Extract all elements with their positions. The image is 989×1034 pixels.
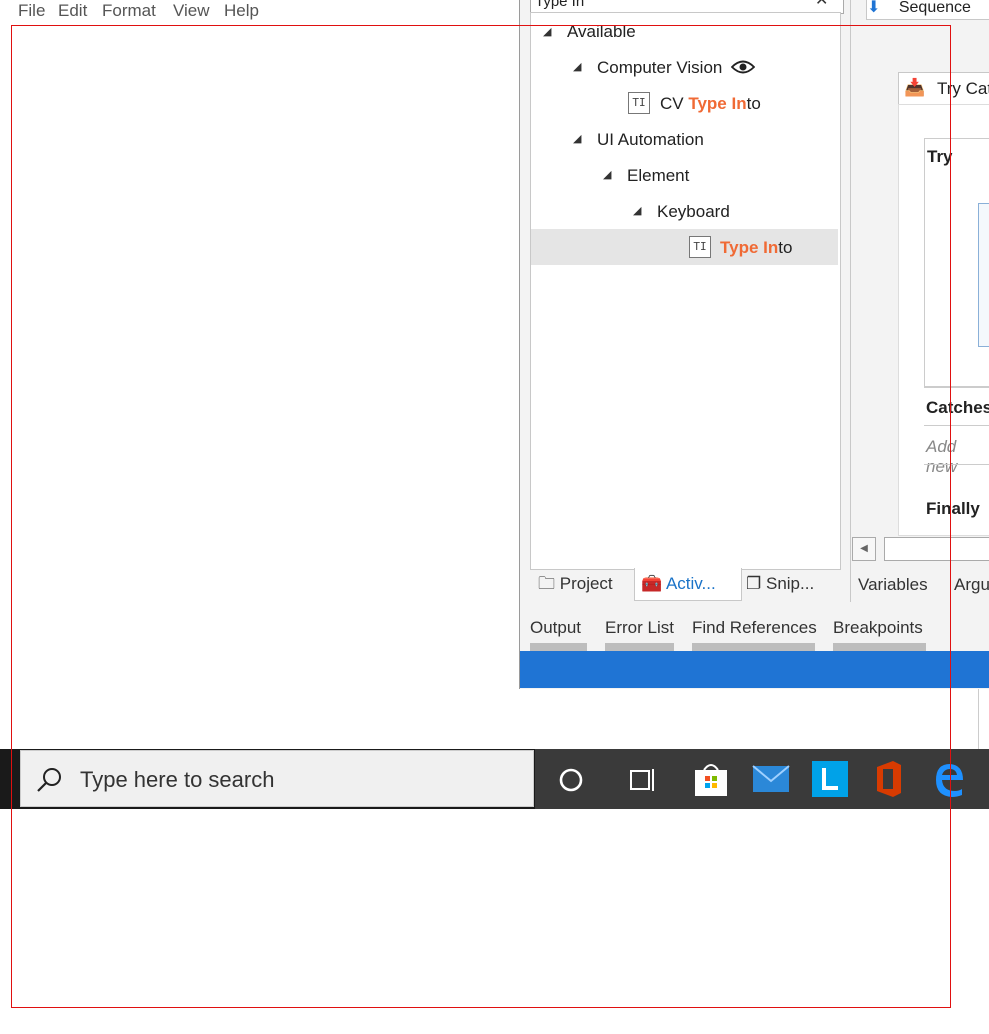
menu-format[interactable]: Format (102, 1, 156, 21)
sequence-header[interactable]: ⬇ Sequence (866, 0, 989, 20)
annotation-outline (11, 25, 951, 1008)
tab-arguments[interactable]: Argu (954, 575, 989, 595)
sequence-label: Sequence (898, 0, 971, 16)
menu-help[interactable]: Help (224, 1, 259, 21)
menubar: File Edit Format View Help (0, 0, 520, 24)
menu-file[interactable]: File (18, 1, 45, 21)
clear-search-icon[interactable]: ✕ (815, 0, 828, 10)
sequence-icon: ⬇ (867, 0, 881, 16)
menu-edit[interactable]: Edit (58, 1, 87, 21)
drop-target[interactable] (978, 203, 989, 347)
background-window-edge (978, 689, 989, 749)
menu-view[interactable]: View (173, 1, 210, 21)
